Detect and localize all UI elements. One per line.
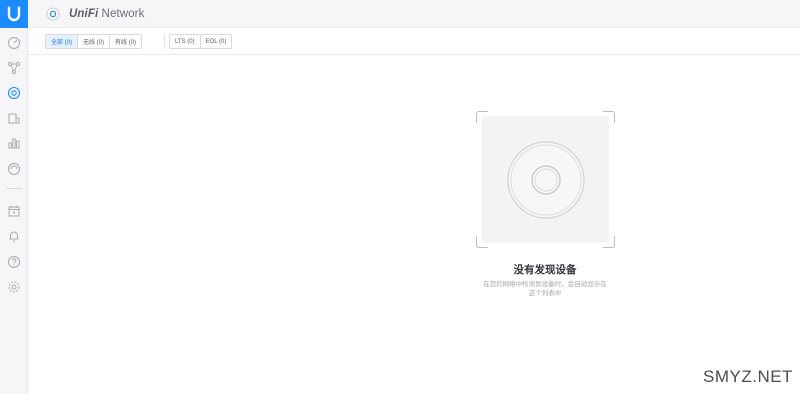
- empty-state-description-line2: 这个列表中: [528, 290, 562, 297]
- filter-divider: [164, 34, 165, 49]
- help-icon[interactable]: [6, 254, 22, 270]
- app-brand: UniFi: [69, 7, 99, 20]
- devices-icon[interactable]: [6, 85, 22, 101]
- filter-wired-button[interactable]: 有线 (0): [110, 35, 142, 48]
- access-point-icon: [506, 140, 585, 219]
- insights-icon[interactable]: [6, 161, 22, 177]
- unifi-network-app-icon: [46, 7, 60, 20]
- ubiquiti-logo-icon[interactable]: [0, 0, 28, 28]
- filter-bar: 全部 (0) 无线 (0) 有线 (0) LTS (0) EOL (0): [28, 28, 800, 55]
- statistics-icon[interactable]: [6, 135, 22, 151]
- alerts-icon[interactable]: [6, 228, 22, 244]
- connection-filter-group: 全部 (0) 无线 (0) 有线 (0): [45, 34, 143, 49]
- empty-state-description-line1: 在您的网络中检测到设备时，会自动显示在: [483, 281, 607, 288]
- app-name: Network: [98, 7, 145, 20]
- dashboard-icon[interactable]: [6, 35, 22, 51]
- top-bar: UniFi Network: [28, 0, 800, 28]
- topology-icon[interactable]: [6, 60, 22, 76]
- settings-icon[interactable]: [6, 279, 22, 295]
- device-placeholder: [482, 116, 609, 243]
- clients-icon[interactable]: [6, 110, 22, 126]
- empty-state-illustration: [476, 111, 615, 248]
- filter-lts-button[interactable]: LTS (0): [170, 35, 201, 48]
- watermark: SMYZ.NET: [703, 367, 793, 386]
- sidebar: [0, 0, 28, 394]
- filter-all-button[interactable]: 全部 (0): [46, 35, 79, 48]
- sidebar-divider: [6, 188, 22, 189]
- lifecycle-filter-group: LTS (0) EOL (0): [169, 34, 233, 49]
- filter-eol-button[interactable]: EOL (0): [200, 35, 232, 48]
- empty-state-title: 没有发现设备: [513, 264, 577, 276]
- events-icon[interactable]: [6, 203, 22, 219]
- empty-state-description: 在您的网络中检测到设备时，会自动显示在 这个列表中: [474, 280, 616, 298]
- app-title: UniFi Network: [69, 8, 144, 20]
- filter-wireless-button[interactable]: 无线 (0): [78, 35, 111, 48]
